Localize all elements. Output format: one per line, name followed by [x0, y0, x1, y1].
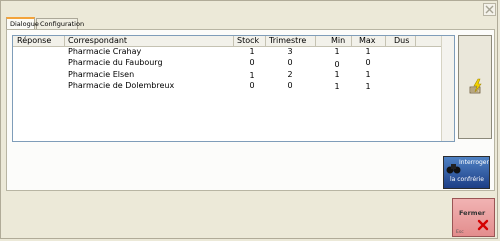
tab-configuration[interactable]: Configuration — [36, 18, 84, 29]
cell-max: 1 — [365, 70, 371, 79]
edit-lightning-icon — [467, 78, 485, 100]
dialog-window: Dialogue Configuration Réponse Correspon… — [0, 0, 498, 239]
cell-trimestre: 0 — [287, 58, 293, 67]
cell-max: 0 — [365, 58, 371, 67]
fermer-shortcut: Esc — [456, 230, 464, 235]
cell-min: 1 — [334, 70, 340, 79]
grid-scroll-area[interactable] — [441, 36, 454, 141]
tab-dialogue[interactable]: Dialogue — [6, 17, 39, 29]
interroger-confrerie-button[interactable]: Interroger la confrérie — [443, 156, 490, 189]
close-icon[interactable] — [483, 3, 496, 16]
cell-stock: 0 — [249, 81, 255, 90]
cell-trimestre: 2 — [287, 70, 293, 79]
column-header-trimestre[interactable]: Trimestre — [269, 36, 306, 46]
column-header-reponse[interactable]: Réponse — [17, 36, 51, 46]
cell-trimestre: 3 — [287, 47, 293, 56]
cell-correspondant: Pharmacie de Dolembreux — [68, 81, 175, 90]
cell-stock: 0 — [249, 58, 255, 67]
red-x-icon — [477, 219, 489, 233]
table-row[interactable]: Pharmacie Crahay 1 3 1 1 — [13, 46, 454, 57]
column-header-max[interactable]: Max — [359, 36, 376, 46]
column-header-correspondant[interactable]: Correspondant — [68, 36, 127, 46]
column-header-stock[interactable]: Stock — [237, 36, 259, 46]
cell-correspondant: Pharmacie Elsen — [68, 70, 135, 79]
cell-max: 1 — [365, 82, 371, 91]
edit-button[interactable] — [458, 35, 492, 139]
fermer-label: Fermer — [459, 209, 486, 217]
column-header-dus[interactable]: Dus — [394, 36, 409, 46]
column-header-min[interactable]: Min — [331, 36, 345, 46]
cell-min: 1 — [334, 82, 340, 91]
fermer-button[interactable]: Fermer Esc — [452, 198, 495, 237]
cell-correspondant: Pharmacie du Faubourg — [68, 58, 163, 67]
cell-correspondant: Pharmacie Crahay — [68, 47, 142, 56]
correspondent-table: Réponse Correspondant Stock Trimestre Mi… — [12, 35, 455, 142]
cell-stock: 1 — [249, 47, 255, 56]
table-row[interactable]: Pharmacie de Dolembreux 0 0 1 1 — [13, 80, 454, 91]
table-row[interactable]: Pharmacie Elsen 1 2 1 1 — [13, 69, 454, 80]
cell-trimestre: 0 — [287, 81, 293, 90]
cell-max: 1 — [365, 47, 371, 56]
cell-min: 1 — [334, 47, 340, 56]
table-row[interactable]: Pharmacie du Faubourg 0 0 0 0 — [13, 57, 454, 69]
interroger-label: Interroger — [459, 159, 489, 166]
interroger-label-2: la confrérie — [450, 176, 484, 183]
tab-panel: Réponse Correspondant Stock Trimestre Mi… — [6, 29, 495, 191]
